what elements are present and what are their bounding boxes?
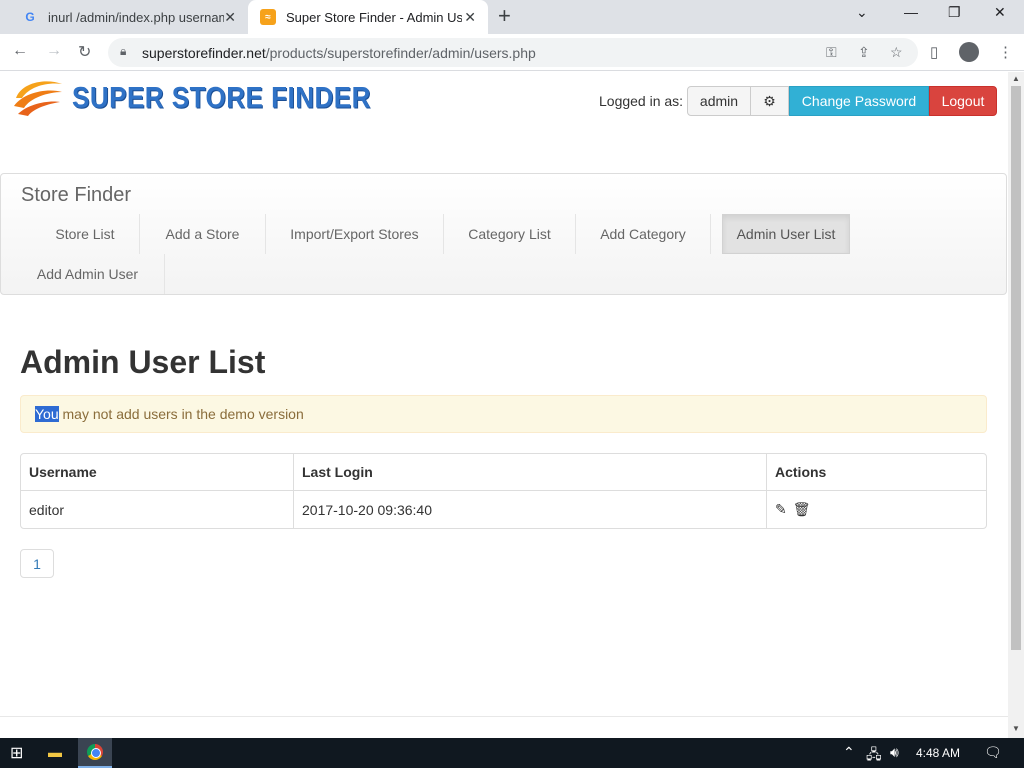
minimize-icon[interactable]: — [904,4,918,20]
tab-title: inurl /admin/index.php username [48,9,224,25]
ssf-icon: ≈ [260,9,276,25]
windows-taskbar: ⊞ ▬ ⌃ 🖧︎ 🔊︎ 4:48 AM 🗨︎ [0,738,1024,768]
pagination-page-1[interactable]: 1 [20,549,54,578]
lock-icon[interactable]: 🔒︎ [120,44,126,59]
close-tab-icon[interactable]: ✕ [464,9,476,26]
forward-icon[interactable]: → [46,42,62,60]
reload-icon[interactable]: ↻ [78,42,91,62]
site-logo[interactable]: SUPER STORE FINDER [12,76,371,118]
nav-item-add-store[interactable]: Add a Store [140,214,266,254]
scroll-down-icon[interactable]: ▼ [1012,724,1020,733]
table-row: editor 2017-10-20 09:36:40 ✎ 🗑︎ [21,491,986,528]
nav-item-admin-user-list[interactable]: Admin User List [722,214,850,254]
users-table: Username Last Login Actions editor 2017-… [20,453,987,529]
navbar-brand[interactable]: Store Finder [21,184,131,207]
nav-item-store-list[interactable]: Store List [31,214,140,254]
logo-text: SUPER STORE FINDER [72,79,371,114]
logo-swoosh-icon [14,81,62,116]
nav-item-add-admin-user[interactable]: Add Admin User [11,254,165,294]
nav-item-add-category[interactable]: Add Category [576,214,711,254]
profile-avatar[interactable] [959,42,979,62]
vertical-scrollbar[interactable]: ▲ ▼ [1008,72,1024,738]
back-icon[interactable]: ← [12,42,28,60]
scrollbar-thumb[interactable] [1011,86,1021,650]
scroll-up-icon[interactable]: ▲ [1012,74,1020,83]
taskbar-clock[interactable]: 4:48 AM [916,746,960,760]
edit-pencil-icon[interactable]: ✎ [775,501,787,518]
menu-kebab-icon[interactable]: ⋮ [998,43,1013,61]
browser-tab-google[interactable]: G inurl /admin/index.php username ✕ [8,0,248,34]
cell-username: editor [21,491,294,528]
windows-start-icon[interactable]: ⊞ [10,743,23,763]
browser-tabbar: G inurl /admin/index.php username ✕ ≈ Su… [0,0,1024,34]
tray-chevron-up-icon[interactable]: ⌃ [843,744,855,761]
delete-trash-icon[interactable]: 🗑︎ [793,501,811,518]
cell-last-login: 2017-10-20 09:36:40 [294,491,767,528]
side-panel-icon[interactable]: ▯ [930,43,938,61]
cell-actions: ✎ 🗑︎ [767,491,986,528]
username-button[interactable]: admin [687,86,751,116]
network-icon[interactable]: 🖧︎ [866,744,882,768]
browser-tab-admin[interactable]: ≈ Super Store Finder - Admin User ✕ [248,0,488,34]
bookmark-star-icon[interactable]: ☆ [890,44,903,61]
user-button-group: admin ⚙ Change Password Logout [687,86,997,116]
notifications-icon[interactable]: 🗨︎ [984,744,1002,761]
chrome-icon [87,744,103,760]
nav-item-category-list[interactable]: Category List [444,214,576,254]
key-icon[interactable]: ⚿ [826,44,837,61]
volume-icon[interactable]: 🔊︎ [890,744,899,761]
alert-text: may not add users in the demo version [58,406,304,422]
close-tab-icon[interactable]: ✕ [224,9,236,26]
address-bar[interactable]: 🔒︎ superstorefinder.net/products/superst… [108,38,918,67]
browser-toolbar: ← → ↻ 🔒︎ superstorefinder.net/products/s… [0,34,1024,71]
main-navbar: Store Finder Store List Add a Store Impo… [0,173,1007,295]
new-tab-icon[interactable]: + [498,5,511,27]
share-icon[interactable]: ⇪ [858,44,870,61]
page-title: Admin User List [20,344,266,380]
warning-alert: You may not add users in the demo versio… [20,395,987,433]
selected-text: You [35,406,59,422]
logout-button[interactable]: Logout [929,86,997,116]
restore-icon[interactable]: ❐ [948,4,961,21]
settings-button[interactable]: ⚙ [751,86,789,116]
column-header-username: Username [21,454,294,491]
close-window-icon[interactable]: ✕ [994,4,1006,21]
tab-search-icon[interactable]: ⌄ [856,4,868,21]
url-text: superstorefinder.net/products/superstore… [142,45,536,61]
table-header-row: Username Last Login Actions [21,454,986,491]
tab-title: Super Store Finder - Admin User [286,9,462,25]
page-bottom-area [0,716,1008,738]
nav-item-import-export[interactable]: Import/Export Stores [266,214,444,254]
column-header-actions: Actions [767,454,986,491]
google-icon: G [25,10,35,24]
chrome-taskbar-button[interactable] [78,738,112,768]
column-header-last-login: Last Login [294,454,767,491]
page-viewport: SUPER STORE FINDER Logged in as: admin ⚙… [0,72,1008,716]
file-explorer-icon[interactable]: ▬ [48,744,62,760]
logged-in-label: Logged in as: [599,93,684,109]
gear-icon: ⚙ [763,92,776,109]
change-password-button[interactable]: Change Password [789,86,929,116]
